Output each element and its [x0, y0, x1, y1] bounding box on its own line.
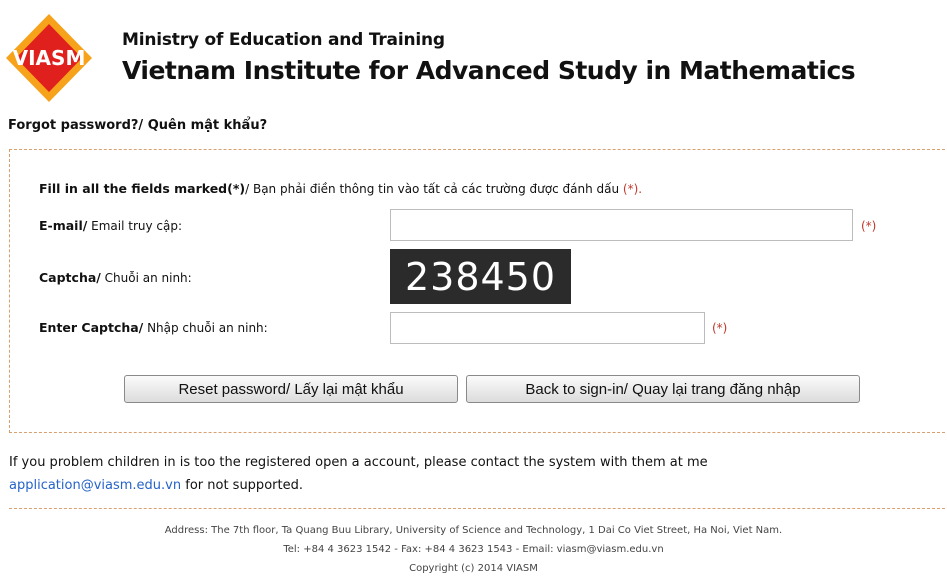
notice-bold: Fill in all the fields marked(*) — [39, 181, 246, 196]
email-label-text: Email truy cập: — [87, 219, 183, 233]
footer-contact: Tel: +84 4 3623 1542 - Fax: +84 4 3623 1… — [283, 544, 664, 555]
captcha-label: Captcha/ Chuỗi an ninh: — [39, 270, 192, 285]
footer-copyright: Copyright (c) 2014 VIASM — [409, 563, 538, 574]
notice-text: / Bạn phải điền thông tin vào tất cả các… — [245, 182, 620, 196]
enter-captcha-required-mark: (*) — [712, 321, 728, 335]
footer-address: Address: The 7th floor, Ta Quang Buu Lib… — [164, 525, 783, 536]
captcha-image: 238450 — [390, 249, 571, 304]
viasm-logo[interactable]: VIASM — [4, 12, 94, 104]
page-title: Forgot password?/ Quên mật khẩu? — [8, 118, 268, 133]
site-header: VIASM Ministry of Education and Training… — [0, 0, 947, 110]
email-required-mark: (*) — [861, 219, 877, 233]
institute-name: Vietnam Institute for Advanced Study in … — [122, 56, 856, 85]
required-fields-notice: Fill in all the fields marked(*)/ Bạn ph… — [39, 181, 642, 196]
enter-captcha-label-bold: Enter Captcha/ — [39, 320, 144, 335]
support-email-link[interactable]: application@viasm.edu.vn — [9, 478, 181, 493]
enter-captcha-input[interactable] — [390, 312, 705, 344]
back-to-signin-button[interactable]: Back to sign-in/ Quay lại trang đăng nhậ… — [466, 375, 860, 403]
notice-required-mark: (*). — [622, 182, 643, 196]
enter-captcha-label: Enter Captcha/ Nhập chuỗi an ninh: — [39, 320, 268, 335]
enter-captcha-label-text: Nhập chuỗi an ninh: — [143, 321, 268, 335]
captcha-label-bold: Captcha/ — [39, 270, 101, 285]
captcha-label-text: Chuỗi an ninh: — [100, 271, 192, 285]
footer: Address: The 7th floor, Ta Quang Buu Lib… — [0, 521, 947, 578]
logo-text: VIASM — [13, 46, 86, 70]
reset-password-button[interactable]: Reset password/ Lấy lại mật khẩu — [124, 375, 458, 403]
support-info-text-end: for not supported. — [181, 478, 303, 493]
support-info: If you problem children in is too the re… — [9, 451, 939, 497]
footer-divider — [9, 508, 945, 509]
email-input[interactable] — [390, 209, 853, 241]
email-label-bold: E-mail/ — [39, 218, 88, 233]
email-label: E-mail/ Email truy cập: — [39, 218, 182, 233]
ministry-name: Ministry of Education and Training — [122, 30, 445, 50]
support-info-text: If you problem children in is too the re… — [9, 455, 708, 470]
